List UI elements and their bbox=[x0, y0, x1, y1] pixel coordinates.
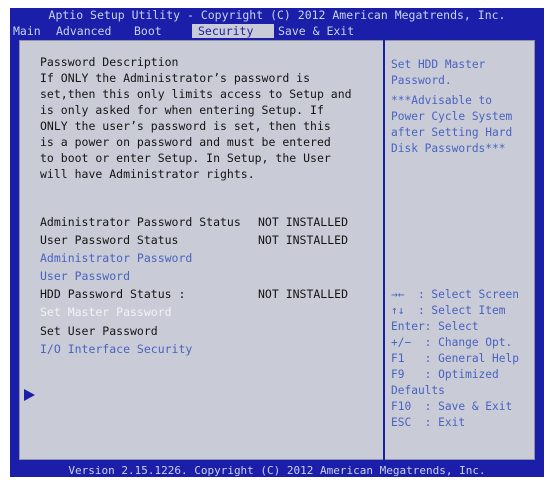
settings-pane: Password Description If ONLY the Adminis… bbox=[19, 40, 383, 460]
description-line: set,then this only limits access to Setu… bbox=[40, 87, 352, 101]
description-line: If ONLY the Administrator’s password is bbox=[40, 71, 311, 85]
administrator-password-item[interactable]: Administrator Password bbox=[40, 250, 192, 266]
user-password-item[interactable]: User Password bbox=[40, 268, 130, 284]
help-pane: Set HDD Master Password. ***Advisable to… bbox=[385, 40, 535, 460]
help-text-line: after Setting Hard bbox=[391, 126, 513, 139]
description-heading: Password Description bbox=[40, 55, 179, 69]
bios-screen: Aptio Setup Utility - Copyright (C) 2012… bbox=[10, 8, 544, 477]
description-line: ONLY the user’s password is set, then th… bbox=[40, 119, 331, 133]
description-line: to boot or enter Setup. In Setup, the Us… bbox=[40, 151, 331, 165]
main-panel: Password Description If ONLY the Adminis… bbox=[19, 40, 535, 460]
hdd-password-status-label: HDD Password Status : bbox=[40, 287, 186, 301]
tab-main[interactable]: Main bbox=[13, 24, 41, 38]
description-line: is only asked for when entering Setup. I… bbox=[40, 103, 324, 117]
help-text-line: Power Cycle System bbox=[391, 110, 513, 123]
help-text-line: Set HDD Master bbox=[391, 58, 486, 71]
key-help-defaults: Defaults bbox=[391, 384, 445, 397]
key-help-exit: ESC : Exit bbox=[391, 416, 466, 429]
submenu-arrow-icon bbox=[24, 389, 35, 401]
user-password-status-value: NOT INSTALLED bbox=[258, 233, 349, 247]
io-interface-security-item[interactable]: I/O Interface Security bbox=[40, 341, 192, 357]
key-help-save-exit: F10 : Save & Exit bbox=[391, 400, 513, 413]
password-description: Password Description If ONLY the Adminis… bbox=[40, 54, 370, 182]
set-user-password-item[interactable]: Set User Password bbox=[40, 323, 158, 339]
description-line: is a power on password and must be enter… bbox=[40, 135, 331, 149]
set-master-password-item[interactable]: Set Master Password bbox=[40, 304, 172, 320]
description-line: will have Administrator rights. bbox=[40, 167, 255, 181]
tab-save-exit[interactable]: Save & Exit bbox=[278, 24, 354, 38]
tab-bar: Main Advanced Boot Security Save & Exit bbox=[10, 24, 544, 38]
user-password-status-label: User Password Status bbox=[40, 233, 179, 247]
key-help-select-item: ↑↓ : Select Item bbox=[391, 304, 506, 317]
tab-security[interactable]: Security bbox=[192, 24, 274, 38]
key-help-general-help: F1 : General Help bbox=[391, 352, 519, 365]
version-footer: Version 2.15.1226. Copyright (C) 2012 Am… bbox=[68, 464, 486, 477]
tab-boot[interactable]: Boot bbox=[134, 24, 162, 38]
admin-password-status-value: NOT INSTALLED bbox=[258, 215, 349, 229]
key-help-change-opt: +/− : Change Opt. bbox=[391, 336, 513, 349]
key-help-optimized: F9 : Optimized bbox=[391, 368, 499, 381]
help-text-line: ***Advisable to bbox=[391, 94, 493, 107]
title-bar: Aptio Setup Utility - Copyright (C) 2012… bbox=[48, 8, 506, 22]
tab-advanced[interactable]: Advanced bbox=[56, 24, 111, 38]
help-text-line: Disk Passwords*** bbox=[391, 142, 506, 155]
key-help-enter: Enter: Select bbox=[391, 320, 479, 333]
key-help-select-screen: →← : Select Screen bbox=[391, 288, 519, 301]
admin-password-status-label: Administrator Password Status bbox=[40, 215, 241, 229]
hdd-password-status-value: NOT INSTALLED bbox=[258, 287, 349, 301]
help-text-line: Password. bbox=[391, 74, 452, 87]
